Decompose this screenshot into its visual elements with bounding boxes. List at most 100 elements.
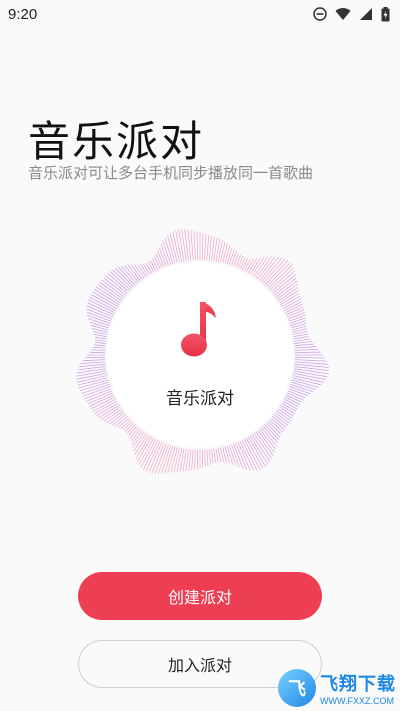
- wave-ray: [90, 294, 118, 310]
- wave-ray: [228, 249, 235, 265]
- wave-ray: [294, 356, 326, 359]
- wave-ray: [190, 230, 194, 261]
- wave-ray: [266, 422, 281, 438]
- wifi-icon: [335, 7, 351, 21]
- wave-ray: [92, 346, 106, 349]
- wave-ray: [178, 229, 185, 262]
- wave-ray: [193, 230, 196, 261]
- wave-ray: [293, 370, 328, 378]
- watermark: 飞 飞翔下载 WWW.FXXZ.COM: [278, 664, 400, 711]
- wave-ray: [204, 234, 207, 261]
- wave-ray: [208, 449, 212, 465]
- wave-ray: [120, 265, 138, 285]
- wave-ray: [194, 449, 196, 470]
- wave-ray: [106, 410, 124, 424]
- wave-ray: [208, 235, 212, 261]
- wave-ray: [211, 449, 214, 464]
- music-note-icon: [178, 300, 222, 362]
- status-icons: [313, 6, 390, 22]
- signal-icon: [359, 7, 373, 21]
- wave-ray: [259, 428, 276, 450]
- wave-ray: [80, 361, 106, 365]
- wave-ray: [294, 359, 327, 362]
- wave-ray: [157, 444, 169, 474]
- wave-ray: [82, 359, 106, 362]
- wave-ray: [290, 322, 307, 329]
- wave-ray: [143, 263, 151, 275]
- wave-ray: [206, 235, 210, 261]
- watermark-logo-icon: 飞: [278, 668, 316, 707]
- wave-ray: [294, 346, 317, 349]
- status-bar: 9:20: [0, 0, 400, 28]
- wave-ray: [94, 339, 107, 342]
- wave-ray: [226, 445, 234, 465]
- wave-ray: [109, 412, 125, 425]
- wave-ray: [145, 262, 153, 274]
- wave-ray: [270, 417, 285, 431]
- wave-ray: [217, 448, 222, 463]
- wave-ray: [239, 257, 246, 270]
- wave-ray: [231, 251, 237, 266]
- wave-ray: [276, 283, 298, 300]
- wave-ray: [117, 266, 136, 286]
- wave-ray: [150, 260, 157, 272]
- create-party-label: 创建派对: [167, 588, 232, 607]
- wave-ray: [188, 449, 192, 471]
- wave-ray: [233, 252, 240, 267]
- page-title: 音乐派对: [28, 117, 205, 166]
- wave-ray: [196, 231, 199, 261]
- wave-ray: [130, 264, 143, 280]
- wave-ray: [235, 442, 247, 470]
- wave-ray: [191, 449, 194, 471]
- wave-ray: [201, 233, 204, 261]
- wave-ray: [294, 341, 313, 344]
- wave-ray: [173, 447, 180, 473]
- page-subtitle: 音乐派对可让多台手机同步播放同一首歌曲: [28, 164, 314, 182]
- status-time: 9:20: [8, 5, 38, 23]
- wave-ray: [224, 245, 231, 264]
- wave-ray: [78, 363, 106, 368]
- wave-ray: [220, 241, 226, 263]
- wave-ray: [76, 370, 107, 377]
- battery-icon: [381, 6, 390, 22]
- wave-ray: [294, 361, 329, 365]
- wave-ray: [293, 368, 329, 375]
- wave-ray: [89, 321, 110, 329]
- wave-ray: [226, 247, 233, 265]
- wave-ray: [185, 449, 189, 472]
- wave-ray: [272, 415, 287, 428]
- center-label: 音乐派对: [166, 389, 234, 409]
- wave-ray: [267, 421, 282, 435]
- wave-ray: [255, 256, 272, 279]
- wave-ray: [86, 308, 113, 320]
- join-party-label: 加入派对: [167, 656, 232, 675]
- wave-ray: [147, 261, 155, 273]
- do-not-disturb-icon: [313, 7, 327, 21]
- wave-ray: [289, 317, 306, 324]
- wave-ray: [90, 324, 109, 331]
- wave-ray: [127, 264, 141, 282]
- watermark-text: 飞翔下载 WWW.FXXZ.COM: [320, 670, 396, 706]
- wave-ray: [94, 341, 106, 344]
- wave-ray: [94, 336, 107, 340]
- wave-ray: [152, 258, 159, 271]
- wave-ray: [151, 442, 165, 474]
- wave-ray: [281, 295, 301, 308]
- wave-ray: [206, 449, 209, 466]
- watermark-title: 飞翔下载: [320, 673, 396, 695]
- wave-ray: [290, 320, 307, 327]
- wave-ray: [215, 448, 219, 463]
- watermark-url: WWW.FXXZ.COM: [320, 695, 394, 706]
- wave-ray: [251, 257, 265, 276]
- create-party-button[interactable]: 创建派对: [78, 572, 322, 620]
- wave-ray: [91, 349, 106, 351]
- wave-ray: [269, 419, 284, 433]
- wave-ray: [294, 351, 321, 354]
- party-visual: 音乐派对: [70, 225, 330, 485]
- wave-ray: [204, 449, 206, 467]
- wave-ray: [224, 446, 230, 464]
- wave-ray: [241, 257, 249, 271]
- wave-ray: [293, 335, 310, 340]
- wave-ray: [153, 256, 161, 270]
- wave-ray: [222, 243, 228, 263]
